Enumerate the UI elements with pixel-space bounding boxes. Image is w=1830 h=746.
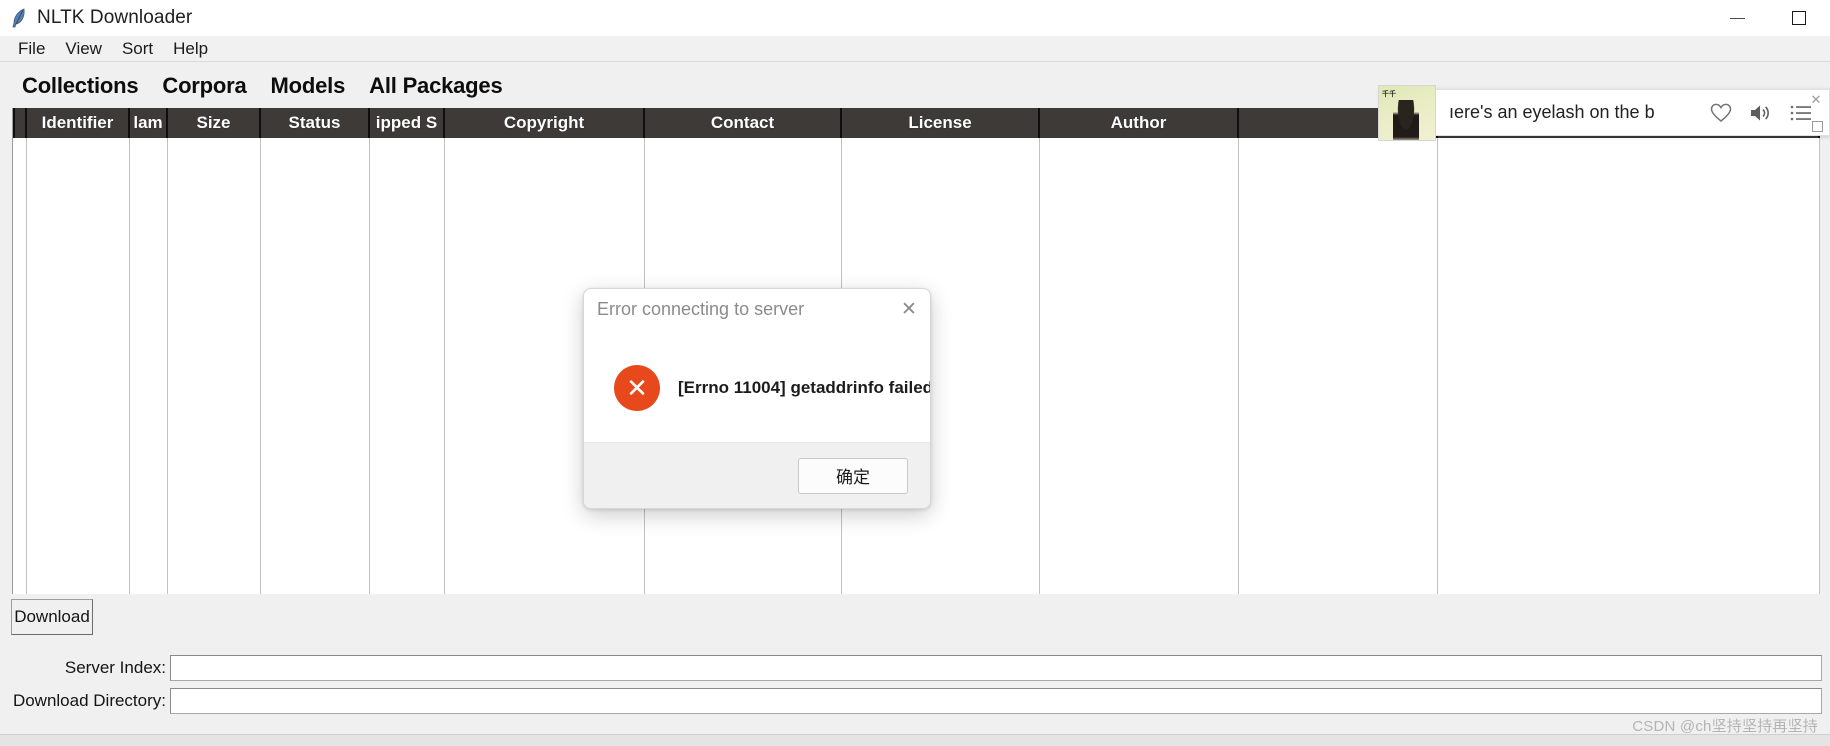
album-art[interactable]: 千千	[1378, 85, 1436, 141]
table-column-3	[168, 138, 261, 594]
dialog-close-button[interactable]: ✕	[898, 298, 920, 320]
table-header-blank-0[interactable]	[13, 108, 27, 138]
media-player-overlay[interactable]: ıere's an eyelash on the b ✕	[1380, 89, 1830, 136]
bottom-panel: Download Server Index: Download Director…	[0, 594, 1830, 746]
error-x-icon: ✕	[614, 365, 660, 411]
table-header-identifier[interactable]: Identifier	[27, 108, 130, 138]
server-index-input[interactable]	[170, 654, 1822, 681]
tab-all-packages[interactable]: All Packages	[369, 73, 503, 99]
table-header-contact[interactable]: Contact	[645, 108, 842, 138]
table-header-license[interactable]: License	[842, 108, 1040, 138]
download-directory-input[interactable]	[170, 687, 1822, 714]
feather-icon	[10, 7, 28, 29]
error-x-glyph: ✕	[626, 373, 648, 403]
album-art-figure	[1393, 100, 1419, 140]
table-column-0	[13, 138, 27, 594]
dialog-footer: 确定	[584, 442, 930, 508]
table-column-5	[370, 138, 445, 594]
status-bar	[0, 734, 1830, 746]
nltk-downloader-window: NLTK Downloader File View Sort Help Coll…	[0, 0, 1830, 746]
tab-corpora[interactable]: Corpora	[162, 73, 246, 99]
table-column-10	[1239, 138, 1438, 594]
dialog-body: ✕ [Errno 11004] getaddrinfo failed	[584, 333, 930, 443]
volume-icon[interactable]	[1749, 101, 1773, 125]
menu-bar: File View Sort Help	[0, 36, 1830, 62]
table-column-11	[1438, 138, 1820, 594]
table-column-2	[130, 138, 168, 594]
window-controls	[1706, 0, 1830, 36]
server-index-row: Server Index:	[0, 651, 1830, 684]
menu-item-view[interactable]: View	[55, 38, 112, 60]
table-column-9	[1040, 138, 1239, 594]
table-header-author[interactable]: Author	[1040, 108, 1239, 138]
error-dialog: Error connecting to server ✕ ✕ [Errno 11…	[583, 288, 931, 509]
watermark: CSDN @ch坚持坚持再坚持	[1632, 718, 1818, 735]
download-directory-row: Download Directory:	[0, 684, 1830, 717]
track-title: ıere's an eyelash on the b	[1449, 102, 1655, 122]
heart-icon[interactable]	[1709, 101, 1733, 125]
table-column-4	[261, 138, 370, 594]
table-header-status[interactable]: Status	[261, 108, 370, 138]
overlay-restore-icon[interactable]	[1812, 121, 1823, 132]
window-title: NLTK Downloader	[37, 7, 193, 28]
minimize-button[interactable]	[1706, 0, 1768, 36]
table-header-ipped-s[interactable]: ipped S	[370, 108, 445, 138]
album-art-label: 千千	[1382, 91, 1396, 98]
table-column-1	[27, 138, 130, 594]
download-directory-label: Download Directory:	[12, 690, 166, 710]
menu-item-help[interactable]: Help	[163, 38, 218, 60]
dialog-message: [Errno 11004] getaddrinfo failed	[678, 378, 931, 397]
dialog-title: Error connecting to server	[597, 299, 805, 319]
tab-models[interactable]: Models	[271, 73, 346, 99]
menu-item-file[interactable]: File	[8, 38, 55, 60]
server-index-label: Server Index:	[64, 657, 166, 677]
minimize-icon	[1729, 17, 1745, 19]
media-controls	[1709, 101, 1813, 125]
tab-collections[interactable]: Collections	[22, 73, 139, 99]
table-header-lam[interactable]: lam	[130, 108, 168, 138]
download-button[interactable]: Download	[11, 599, 93, 635]
table-header-size[interactable]: Size	[168, 108, 261, 138]
dialog-ok-button[interactable]: 确定	[798, 457, 908, 494]
title-bar: NLTK Downloader	[0, 0, 1830, 36]
menu-item-sort[interactable]: Sort	[112, 38, 163, 60]
maximize-icon	[1792, 11, 1806, 25]
table-header-copyright[interactable]: Copyright	[445, 108, 645, 138]
maximize-button[interactable]	[1768, 0, 1830, 36]
overlay-close-icon[interactable]: ✕	[1808, 92, 1824, 108]
